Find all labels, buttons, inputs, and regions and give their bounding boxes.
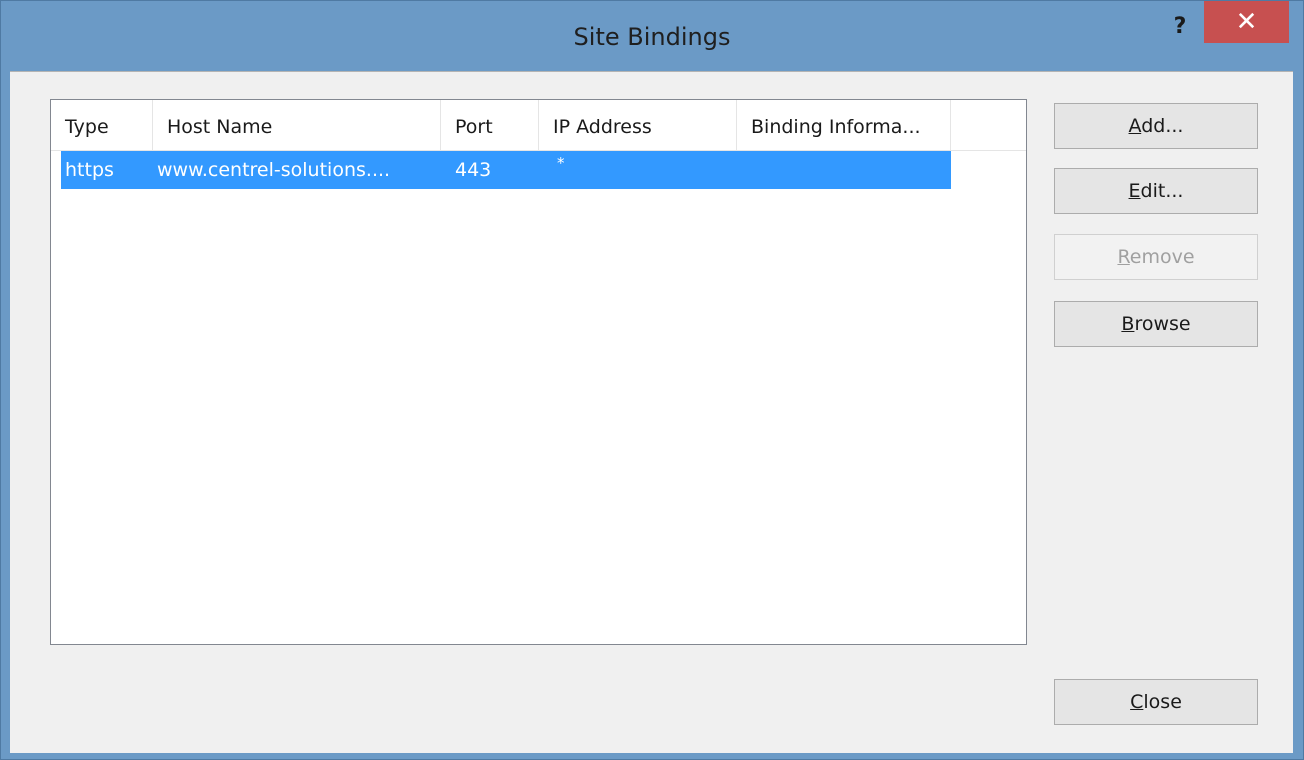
bindings-list[interactable]: Type Host Name Port IP Address Binding I… [50, 99, 1027, 645]
browse-button-accel: B [1121, 313, 1135, 335]
edit-button[interactable]: Edit... [1054, 168, 1258, 214]
cell-port: 443 [455, 159, 492, 181]
cell-ip-address: * [557, 154, 565, 172]
cell-type: https [65, 159, 114, 181]
title-bar[interactable]: Site Bindings ? ✕ [1, 1, 1303, 71]
remove-button-accel: R [1117, 246, 1130, 268]
browse-button[interactable]: Browse [1054, 301, 1258, 347]
remove-button[interactable]: Remove [1054, 234, 1258, 280]
help-icon[interactable]: ? [1167, 11, 1193, 43]
edit-button-label: dit... [1140, 180, 1184, 202]
browse-button-label: rowse [1134, 313, 1191, 335]
add-button-accel: A [1128, 115, 1142, 137]
add-button-label: dd... [1141, 115, 1184, 137]
column-header-host-name[interactable]: Host Name [153, 100, 441, 150]
close-button-label: lose [1143, 691, 1182, 713]
edit-button-accel: E [1128, 180, 1141, 202]
table-row[interactable]: https www.centrel-solutions.... 443 * [61, 151, 951, 189]
add-button[interactable]: Add... [1054, 103, 1258, 149]
column-header-type[interactable]: Type [51, 100, 153, 150]
column-header-port[interactable]: Port [441, 100, 539, 150]
close-button-accel: C [1130, 691, 1144, 713]
column-header-ip-address[interactable]: IP Address [539, 100, 737, 150]
site-bindings-dialog: Site Bindings ? ✕ Type Host Name Port IP… [0, 0, 1304, 760]
column-header-binding-information[interactable]: Binding Informa... [737, 100, 951, 150]
dialog-title: Site Bindings [573, 23, 731, 51]
close-button[interactable]: Close [1054, 679, 1258, 725]
close-window-icon[interactable]: ✕ [1204, 1, 1289, 43]
list-header: Type Host Name Port IP Address Binding I… [51, 100, 1026, 151]
remove-button-label: emove [1129, 246, 1195, 268]
cell-binding-information [751, 151, 941, 189]
cell-host-name: www.centrel-solutions.... [157, 159, 391, 181]
dialog-client-area: Type Host Name Port IP Address Binding I… [10, 71, 1293, 753]
